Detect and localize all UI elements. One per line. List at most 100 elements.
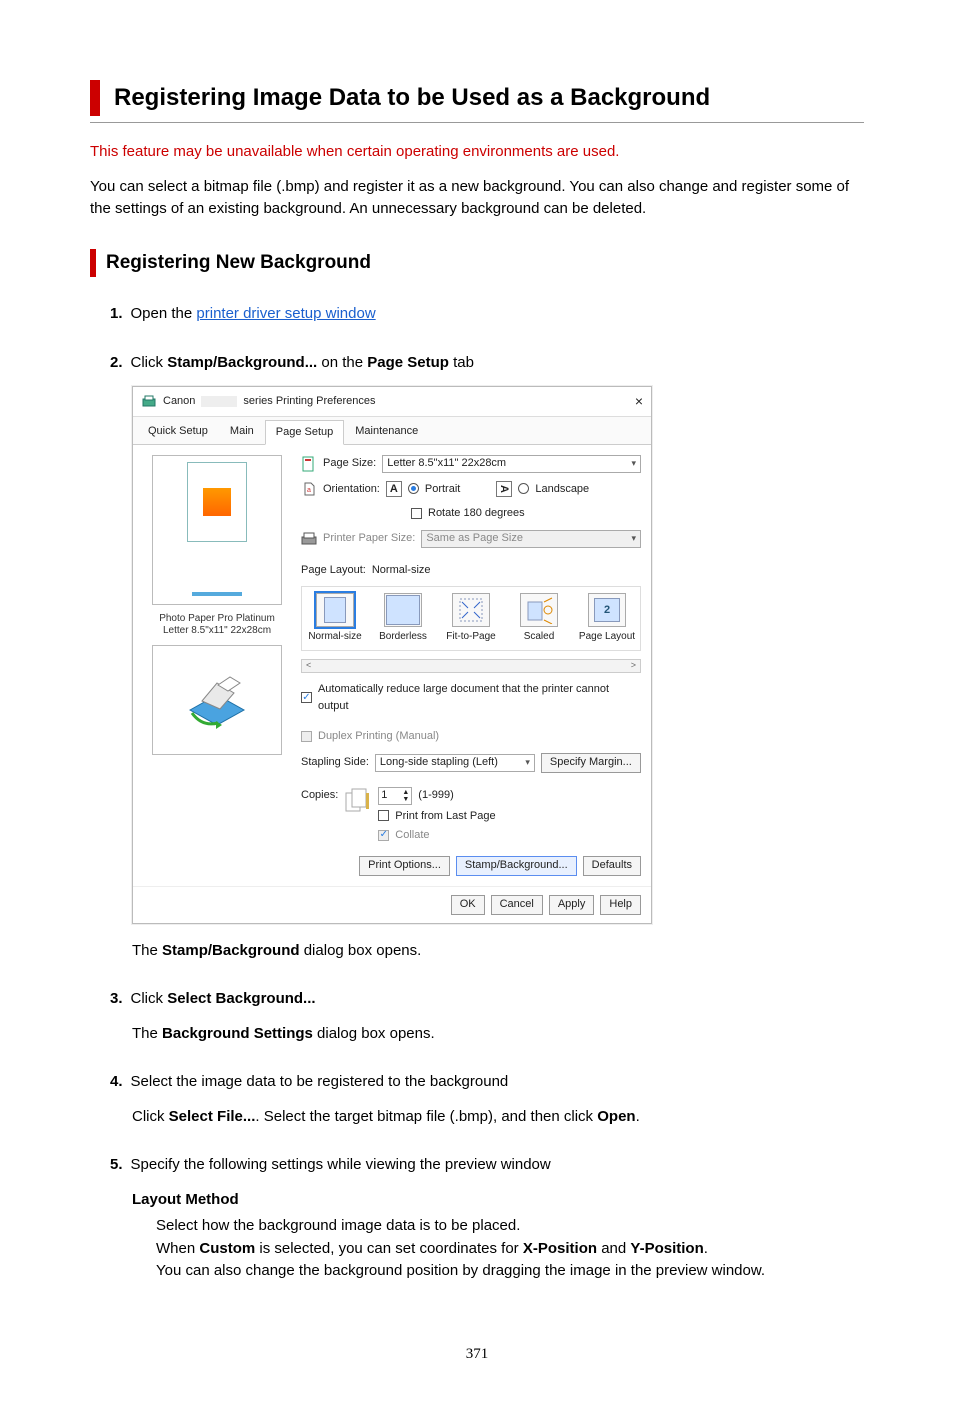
page-size-label: Page Size: [323, 455, 376, 472]
stapling-label: Stapling Side: [301, 754, 369, 771]
y-position-label: Y-Position [630, 1240, 703, 1257]
step-2-post: tab [449, 354, 474, 371]
chevron-down-icon: ▾ [525, 756, 530, 770]
section-heading: Registering New Background [106, 249, 864, 278]
collate-label: Collate [395, 827, 429, 844]
stamp-background-button[interactable]: Stamp/Background... [456, 856, 577, 876]
landscape-radio[interactable] [518, 483, 529, 494]
layout-pagelayout-num: 2 [594, 598, 620, 622]
step-5: 5. Specify the following settings while … [110, 1154, 864, 1283]
step-3-result-pre: The [132, 1025, 162, 1042]
printer-paper-select: Same as Page Size ▾ [421, 530, 641, 548]
orientation-icon: a [301, 481, 317, 497]
page-size-value: Letter 8.5"x11" 22x28cm [387, 455, 506, 472]
print-options-button[interactable]: Print Options... [359, 856, 450, 876]
media-line-1: Photo Paper Pro Platinum [159, 613, 275, 625]
step-2-mid: on the [317, 354, 367, 371]
duplex-label: Duplex Printing (Manual) [318, 728, 439, 745]
page-layout-value: Normal-size [372, 562, 431, 579]
layout-scrollbar[interactable]: < > [301, 659, 641, 673]
printer-paper-value: Same as Page Size [426, 530, 523, 547]
portrait-a-icon: A [386, 481, 402, 497]
step-5-head: Specify the following settings while vie… [131, 1154, 551, 1177]
close-icon[interactable]: × [635, 391, 643, 412]
specify-margin-button[interactable]: Specify Margin... [541, 753, 641, 773]
copies-value: 1 [381, 787, 387, 804]
dialog-titlebar: Canon series Printing Preferences × [133, 387, 651, 417]
layout-method-heading: Layout Method [132, 1189, 864, 1212]
layout-method-l3: You can also change the background posit… [156, 1260, 864, 1283]
chevron-up-icon[interactable]: ▲ [402, 789, 409, 796]
step-3-text: Click Select Background... [131, 988, 316, 1011]
page-size-icon [301, 456, 317, 472]
media-label: Photo Paper Pro Platinum Letter 8.5"x11"… [159, 613, 275, 637]
help-button[interactable]: Help [600, 895, 641, 915]
rotate-180-checkbox[interactable] [411, 508, 422, 519]
availability-warning: This feature may be unavailable when cer… [90, 141, 864, 164]
step-number: 2. [110, 352, 123, 375]
tab-main[interactable]: Main [219, 419, 265, 444]
portrait-radio[interactable] [408, 483, 419, 494]
step-2-result-post: dialog box opens. [300, 942, 422, 959]
printing-preferences-dialog: Canon series Printing Preferences × Quic… [132, 386, 652, 924]
stapling-value: Long-side stapling (Left) [380, 754, 498, 771]
copies-range: (1-999) [418, 787, 453, 804]
layout-fit-to-page[interactable]: Fit-to-Page [442, 593, 500, 644]
layout-scaled[interactable]: Scaled [510, 593, 568, 644]
open-label: Open [597, 1108, 635, 1125]
layout-opt-label: Normal-size [308, 629, 361, 644]
layout-page-layout[interactable]: 2 Page Layout [578, 593, 636, 644]
print-last-checkbox[interactable] [378, 810, 389, 821]
layout-scaled-icon [520, 593, 558, 627]
layout-normal-size[interactable]: Normal-size [306, 593, 364, 644]
dialog-tabs: Quick Setup Main Page Setup Maintenance [133, 417, 651, 445]
background-settings-dialog-name: Background Settings [162, 1025, 313, 1042]
tab-page-setup[interactable]: Page Setup [265, 420, 345, 445]
layout-pagelayout-icon: 2 [588, 593, 626, 627]
step-3: 3. Click Select Background... The Backgr… [110, 988, 864, 1045]
layout-opt-label: Page Layout [579, 629, 635, 644]
step-4-post: . [636, 1108, 640, 1125]
copies-icon [344, 787, 372, 813]
chevron-down-icon[interactable]: ▼ [402, 796, 409, 803]
step-number: 3. [110, 988, 123, 1011]
defaults-button[interactable]: Defaults [583, 856, 641, 876]
page-setup-label: Page Setup [367, 354, 449, 371]
orientation-label: Orientation: [323, 481, 380, 498]
apply-button[interactable]: Apply [549, 895, 595, 915]
step-1-text: Open the printer driver setup window [131, 303, 376, 326]
auto-reduce-label: Automatically reduce large document that… [318, 681, 641, 714]
layout-opt-label: Borderless [379, 629, 427, 644]
cancel-button[interactable]: Cancel [491, 895, 543, 915]
stapling-select[interactable]: Long-side stapling (Left) ▾ [375, 754, 535, 772]
tab-maintenance[interactable]: Maintenance [344, 419, 429, 444]
landscape-a-icon: A [496, 481, 512, 497]
title-rule [90, 122, 864, 123]
select-file-label: Select File... [169, 1108, 256, 1125]
landscape-label: Landscape [535, 481, 589, 498]
portrait-label: Portrait [425, 481, 460, 498]
ok-button[interactable]: OK [451, 895, 485, 915]
layout-borderless-icon [384, 593, 422, 627]
tab-quick-setup[interactable]: Quick Setup [137, 419, 219, 444]
page-number: 371 [90, 1343, 864, 1366]
scroll-left-icon[interactable]: < [306, 659, 311, 673]
layout-fit-icon [452, 593, 490, 627]
dialog-title-redacted [201, 396, 237, 407]
chevron-down-icon: ▾ [631, 532, 636, 546]
step-1-pre: Open the [131, 305, 197, 322]
scroll-right-icon[interactable]: > [631, 659, 636, 673]
copies-label: Copies: [301, 787, 338, 804]
print-last-label: Print from Last Page [395, 808, 495, 825]
printer-driver-link[interactable]: printer driver setup window [196, 305, 375, 322]
step-4: 4. Select the image data to be registere… [110, 1071, 864, 1128]
page-size-select[interactable]: Letter 8.5"x11" 22x28cm ▾ [382, 455, 641, 473]
step-2-result-pre: The [132, 942, 162, 959]
stamp-background-dialog-name: Stamp/Background [162, 942, 300, 959]
copies-stepper[interactable]: 1 ▲▼ [378, 787, 412, 805]
auto-reduce-checkbox[interactable] [301, 692, 312, 703]
x-position-label: X-Position [523, 1240, 597, 1257]
step-3-result: The Background Settings dialog box opens… [132, 1023, 864, 1046]
layout-method-l2: When Custom is selected, you can set coo… [156, 1238, 864, 1261]
layout-borderless[interactable]: Borderless [374, 593, 432, 644]
